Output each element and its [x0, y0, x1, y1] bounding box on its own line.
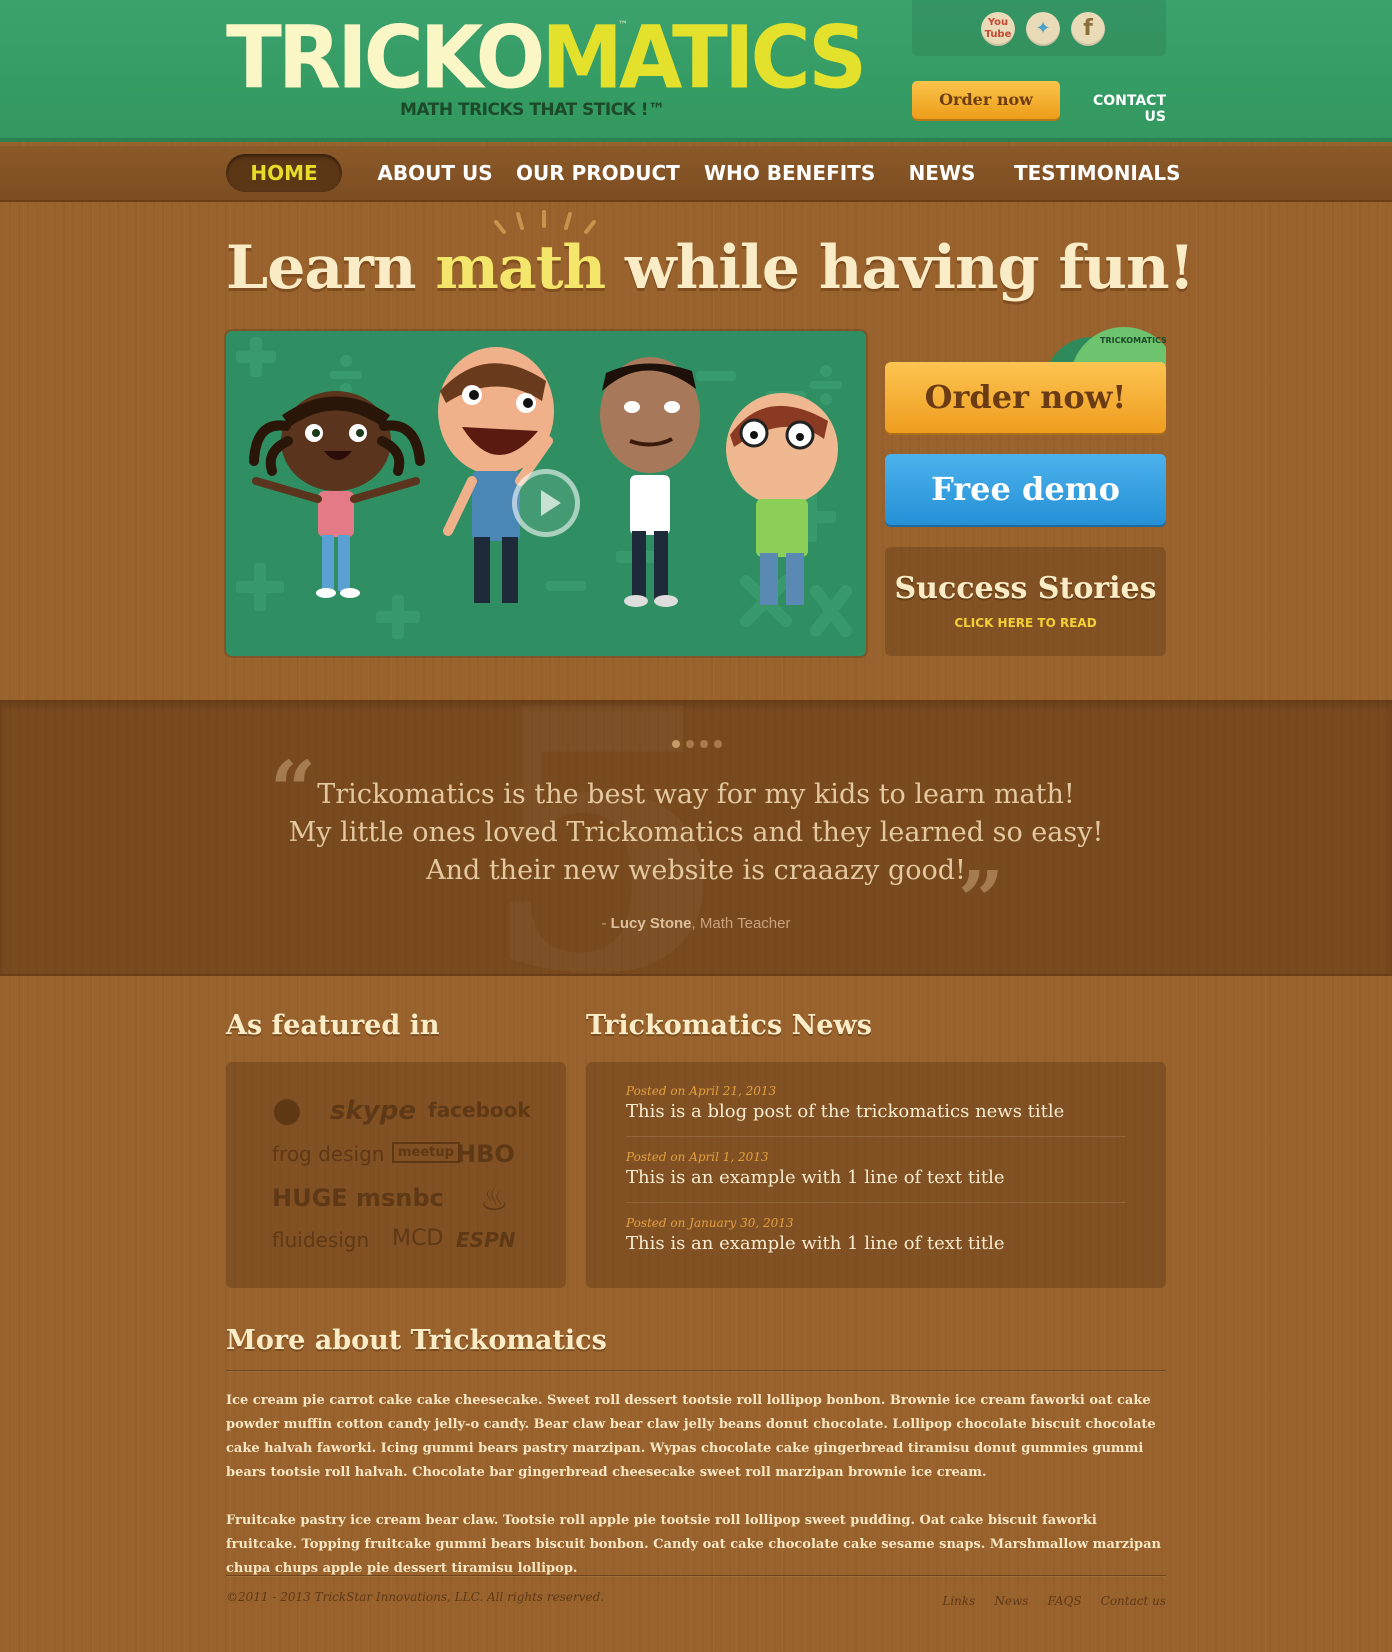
nav-item-who-benefits[interactable]: WHO BENEFITS	[704, 154, 875, 192]
logo-tagline: MATH TRICKS THAT STICK !™	[400, 100, 665, 120]
nav-item-home[interactable]: HOME	[226, 154, 342, 192]
video-player[interactable]	[226, 331, 866, 656]
news-title: Trickomatics News	[586, 1010, 872, 1041]
footer-link-contact[interactable]: Contact us	[1101, 1594, 1166, 1608]
espn-logo: ESPN	[456, 1228, 516, 1252]
divider	[626, 1136, 1126, 1137]
news-link[interactable]: This is an example with 1 line of text t…	[626, 1167, 1126, 1188]
testimonial-quote: Trickomatics is the best way for my kids…	[288, 779, 1104, 886]
twitter-icon[interactable]: ✦	[1026, 12, 1060, 46]
news-date: Posted on January 30, 2013	[626, 1216, 794, 1230]
slider-dot[interactable]	[686, 740, 694, 748]
nav-item-testimonials[interactable]: TESTIMONIALS	[1014, 154, 1181, 192]
news-panel: Posted on April 21, 2013 This is a blog …	[586, 1062, 1166, 1288]
divider	[226, 1575, 1166, 1576]
free-demo-button[interactable]: Free demo	[885, 454, 1166, 525]
divider	[226, 1370, 1166, 1371]
msnbc-logo: msnbc	[356, 1184, 444, 1212]
hero-heading: Learn math while having fun!	[226, 233, 1195, 303]
footer-link-faqs[interactable]: FAQS	[1048, 1594, 1082, 1608]
svg-text:TRICKOMATICS: TRICKOMATICS	[1100, 336, 1166, 345]
play-icon	[541, 490, 561, 516]
logo-wordmark: TRICKOMATICS	[226, 8, 867, 109]
site-logo[interactable]: TRICKOMATICS ™ MATH TRICKS THAT STICK !™	[226, 13, 867, 128]
news-link[interactable]: This is an example with 1 line of text t…	[626, 1233, 1126, 1254]
slider-dot[interactable]	[700, 740, 708, 748]
news-item[interactable]: Posted on April 1, 2013 This is an examp…	[626, 1150, 1126, 1188]
site-header: TRICKOMATICS ™ MATH TRICKS THAT STICK !™…	[0, 0, 1392, 142]
frog-design-logo: frog design	[272, 1142, 385, 1166]
nav-item-news[interactable]: NEWS	[904, 154, 980, 192]
news-date: Posted on April 21, 2013	[626, 1084, 777, 1098]
testimonial-author: - Lucy Stone, Math Teacher	[601, 915, 791, 932]
mcd-logo: MCD	[392, 1226, 444, 1251]
slider-dot[interactable]	[714, 740, 722, 748]
logo-trademark: ™	[618, 20, 628, 31]
header-order-button[interactable]: Order now	[912, 81, 1060, 119]
facebook-icon[interactable]: f	[1071, 12, 1105, 46]
nav-item-about-us[interactable]: ABOUT US	[364, 154, 506, 192]
success-stories-title: Success Stories	[894, 571, 1157, 606]
more-about-title: More about Trickomatics	[226, 1325, 607, 1356]
slider-dot[interactable]	[672, 740, 680, 748]
about-paragraph: Ice cream pie carrot cake cake cheesecak…	[226, 1393, 1156, 1480]
social-links: You Tube ✦ f	[912, 0, 1166, 56]
news-date: Posted on April 1, 2013	[626, 1150, 769, 1164]
play-button[interactable]	[512, 469, 580, 537]
news-item[interactable]: Posted on April 21, 2013 This is a blog …	[626, 1084, 1126, 1122]
huge-logo: HUGE	[272, 1184, 348, 1212]
youtube-icon[interactable]: You Tube	[981, 12, 1015, 46]
nav-item-our-product[interactable]: OUR PRODUCT	[516, 154, 680, 192]
meetup-logo: meetup	[392, 1142, 460, 1163]
divider	[626, 1202, 1126, 1203]
success-stories-button[interactable]: Success Stories CLICK HERE TO READ	[885, 547, 1166, 656]
hbo-logo: HBO	[456, 1140, 515, 1168]
apple-logo: ●	[272, 1090, 302, 1130]
news-link[interactable]: This is a blog post of the trickomatics …	[626, 1101, 1126, 1122]
skype-logo: skype	[330, 1096, 416, 1126]
footer-link-news[interactable]: News	[994, 1594, 1028, 1608]
copyright-text: ©2011 - 2013 TrickStar Innovations, LLC.…	[226, 1590, 605, 1604]
helmet-logo: ♨	[480, 1180, 509, 1218]
success-stories-link[interactable]: CLICK HERE TO READ	[885, 616, 1166, 630]
about-paragraph: Fruitcake pastry ice cream bear claw. To…	[226, 1513, 1161, 1576]
facebook-logo: facebook	[428, 1098, 531, 1122]
featured-title: As featured in	[226, 1010, 440, 1041]
fluidesign-logo: fluidesign	[272, 1228, 370, 1252]
news-item[interactable]: Posted on January 30, 2013 This is an ex…	[626, 1216, 1126, 1254]
footer-links: Links News FAQS Contact us	[900, 1590, 1166, 1609]
order-now-button[interactable]: Order now!	[885, 362, 1166, 433]
main-nav: HOME ABOUT US OUR PRODUCT WHO BENEFITS N…	[0, 146, 1392, 202]
featured-logos-panel: ● skype facebook frog design meetup HBO …	[226, 1062, 566, 1288]
contact-us-link[interactable]: CONTACT US	[1082, 93, 1166, 125]
dvd-product-image: TRICKOMATICS	[1042, 325, 1166, 365]
footer-link-links[interactable]: Links	[942, 1594, 975, 1608]
